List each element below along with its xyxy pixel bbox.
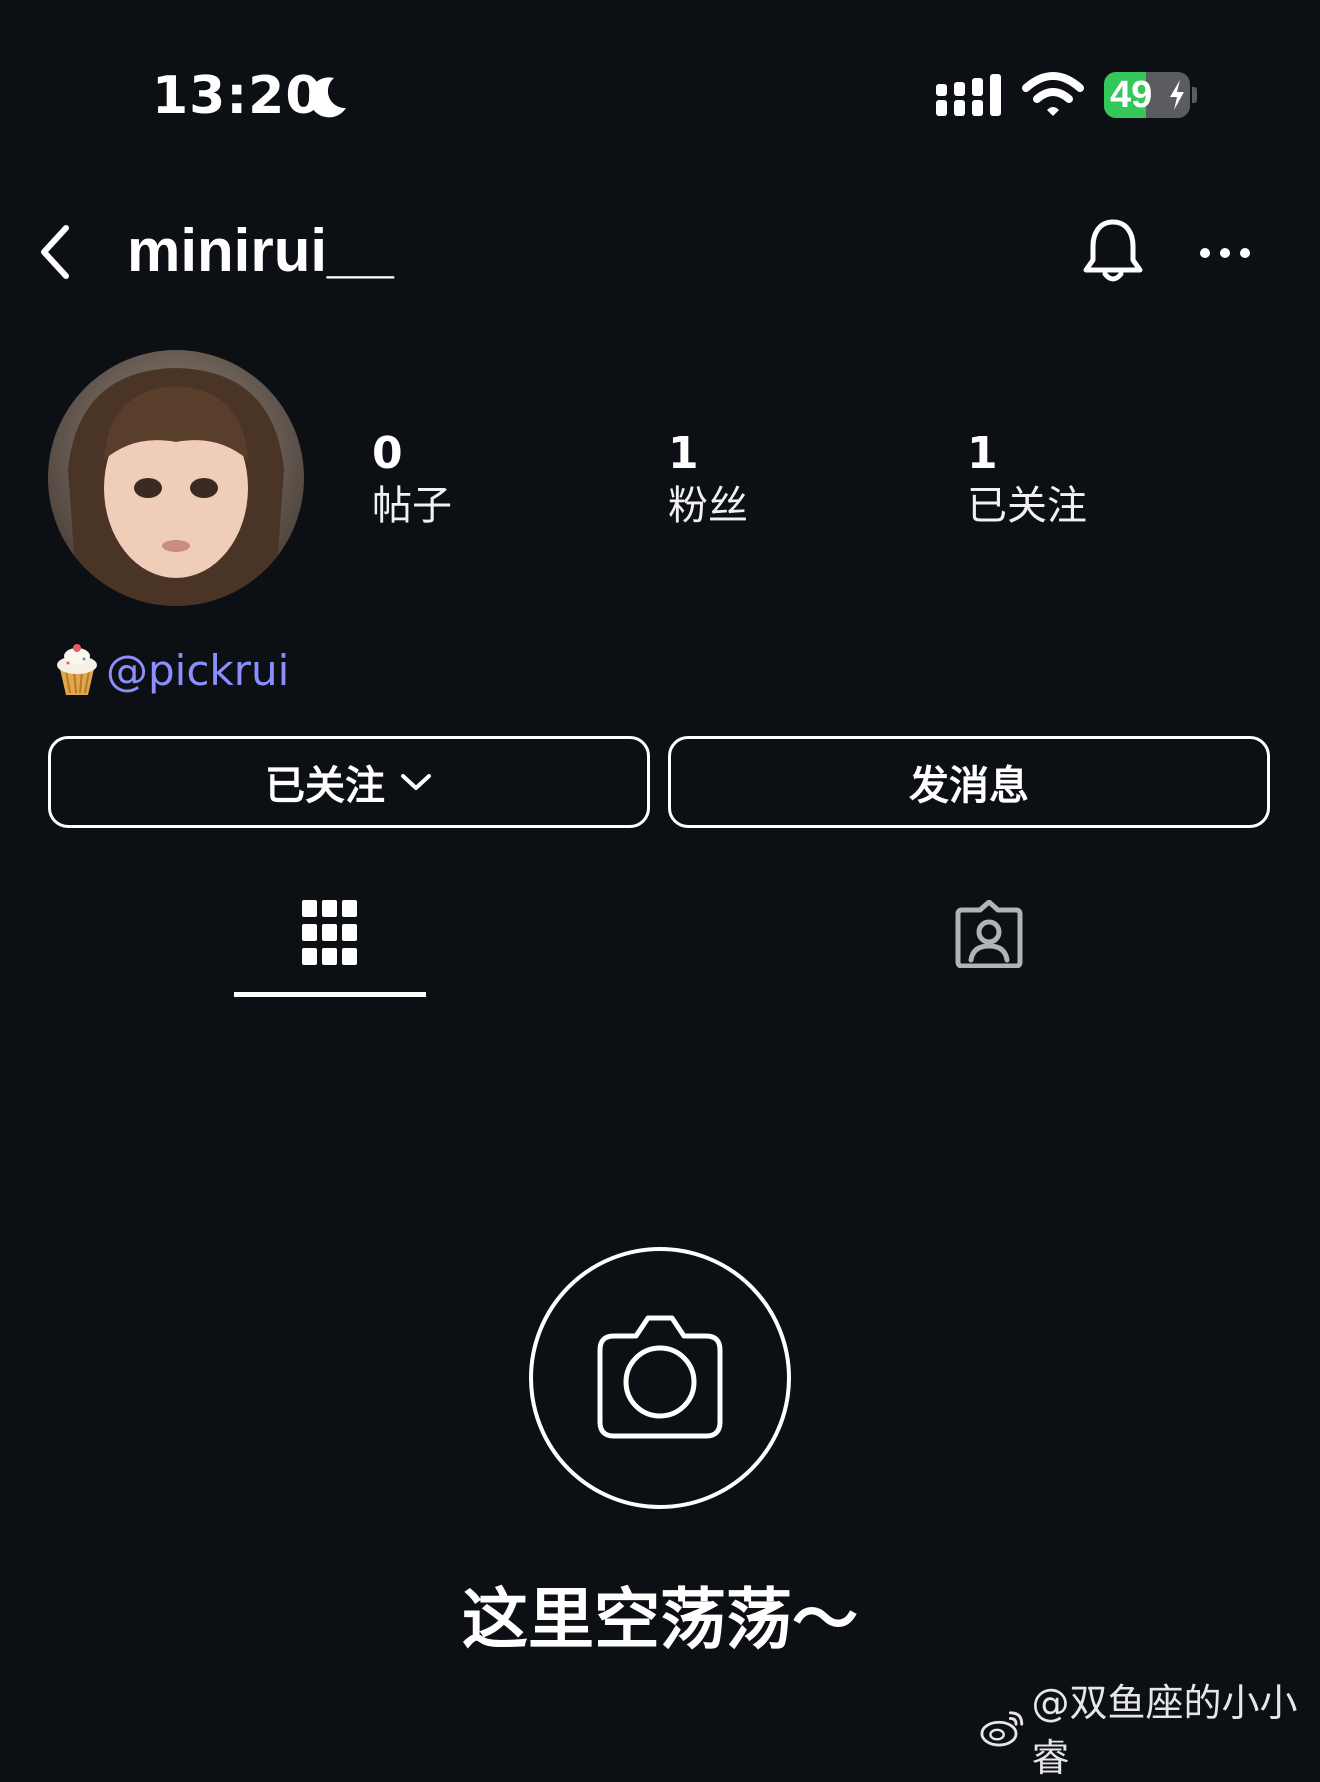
wifi-icon <box>1022 72 1084 116</box>
battery-charging-icon: 49 <box>1104 72 1197 118</box>
profile-username: minirui__ <box>127 217 394 284</box>
grid-icon[interactable] <box>302 900 358 966</box>
watermark-text: @双鱼座的小小睿 <box>1031 1681 1298 1780</box>
following-label: 已关注 <box>967 483 1087 529</box>
linked-handle[interactable]: @pickrui <box>106 646 289 695</box>
battery-percent: 49 <box>1110 74 1153 116</box>
weibo-icon <box>980 1711 1024 1747</box>
message-button[interactable]: 发消息 <box>668 736 1270 828</box>
cupcake-icon <box>57 644 97 695</box>
posts-count: 0 <box>372 428 403 479</box>
stat-following[interactable]: 1 已关注 <box>967 428 1087 532</box>
following-button-label: 已关注 <box>265 763 385 809</box>
followers-label: 粉丝 <box>668 483 748 529</box>
charging-bolt-icon <box>1170 80 1184 110</box>
stat-posts[interactable]: 0 帖子 <box>372 428 452 532</box>
followers-count: 1 <box>668 428 699 479</box>
camera-icon <box>529 1247 791 1509</box>
following-button[interactable]: 已关注 <box>48 736 650 828</box>
back-chevron-icon[interactable] <box>34 222 78 282</box>
watermark: @双鱼座的小小睿 <box>980 1681 1320 1780</box>
stat-followers[interactable]: 1 粉丝 <box>668 428 748 532</box>
bio-row: @pickrui <box>52 640 289 700</box>
chevron-down-icon <box>401 774 431 790</box>
empty-state-text: 这里空荡荡～ <box>462 1581 858 1658</box>
posts-label: 帖子 <box>372 483 452 529</box>
following-count: 1 <box>967 428 998 479</box>
bell-icon[interactable] <box>1080 216 1146 288</box>
avatar[interactable] <box>48 350 304 606</box>
message-button-label: 发消息 <box>909 763 1029 809</box>
cellular-signal-icon <box>936 74 1001 116</box>
tagged-person-icon[interactable] <box>954 900 1024 968</box>
more-icon[interactable] <box>1198 236 1252 270</box>
moon-icon <box>309 77 346 118</box>
status-time: 13:20 <box>152 66 323 126</box>
active-tab-indicator <box>234 992 426 997</box>
